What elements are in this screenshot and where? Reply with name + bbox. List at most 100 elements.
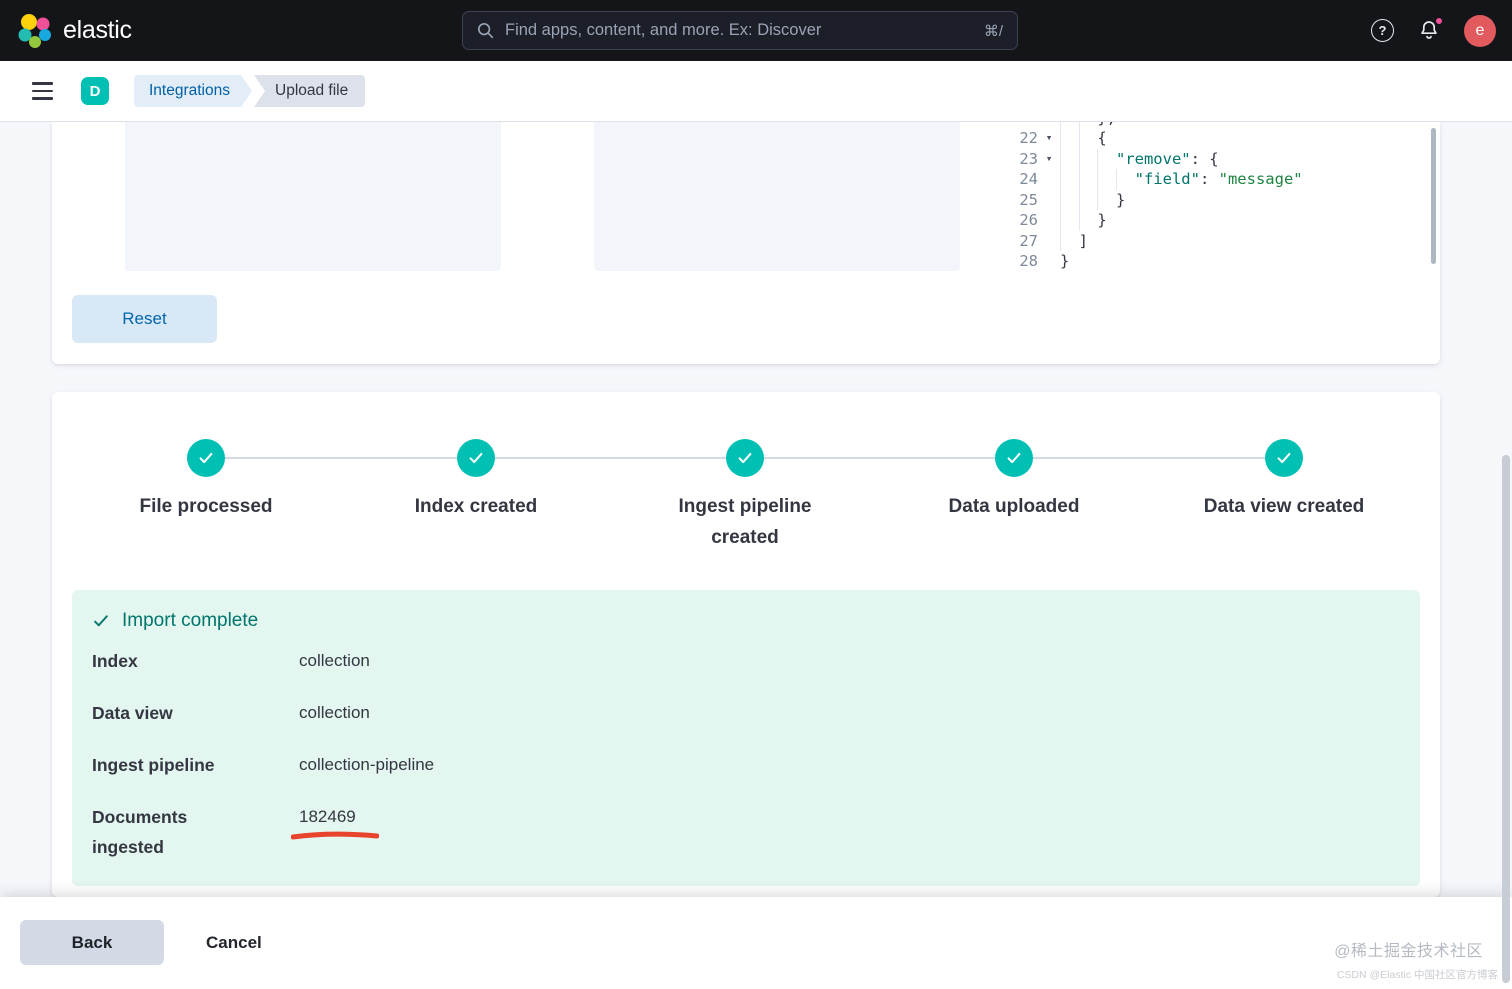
progress-step-file-processed: File processed — [86, 439, 326, 523]
watermark-community: @稀土掘金技术社区 — [1334, 937, 1483, 961]
indent-guide — [1060, 169, 1079, 190]
user-avatar-button[interactable]: e — [1464, 15, 1496, 47]
line-number: 27 — [982, 231, 1038, 252]
line-number: 25 — [982, 190, 1038, 211]
search-shortcut-hint: ⌘/ — [984, 22, 1003, 40]
step-complete-icon — [995, 439, 1033, 477]
content-panel-right — [594, 122, 960, 271]
line-number: 26 — [982, 210, 1038, 231]
indent-guide — [1097, 169, 1116, 190]
page-scrollbar[interactable] — [1502, 455, 1510, 983]
indent-guide — [1060, 149, 1079, 170]
cancel-button[interactable]: Cancel — [196, 920, 272, 965]
help-icon: ? — [1371, 19, 1394, 42]
space-avatar[interactable]: D — [81, 77, 109, 105]
ingest-pipeline-editor[interactable]: }, 22 ▾ { 23 ▾ "remove": { 24 "field": "… — [982, 122, 1412, 271]
indent-guide — [1060, 210, 1079, 231]
breadcrumb-integrations[interactable]: Integrations — [134, 75, 252, 107]
check-icon — [1005, 449, 1023, 467]
progress-step-data-uploaded: Data uploaded — [894, 439, 1134, 523]
indent-guide — [1060, 190, 1079, 211]
menu-button[interactable] — [22, 71, 62, 111]
line-number: 23 — [982, 149, 1038, 170]
step-label: Index created — [381, 492, 571, 523]
breadcrumb-upload-file: Upload file — [254, 75, 365, 107]
code-line: 23 ▾ "remove": { — [982, 149, 1412, 170]
summary-value-ingest-pipeline: collection-pipeline — [299, 750, 1400, 780]
search-placeholder: Find apps, content, and more. Ex: Discov… — [505, 21, 973, 40]
fold-spacer — [1038, 210, 1060, 231]
code-fold-icon[interactable]: ▾ — [1038, 149, 1060, 170]
code-text: } — [1060, 190, 1125, 211]
indent-guide — [1079, 128, 1098, 149]
notification-badge — [1434, 16, 1444, 26]
brand[interactable]: elastic — [18, 0, 132, 61]
line-number: 22 — [982, 128, 1038, 149]
elastic-logo-icon — [18, 14, 52, 48]
kibana-upload-file-page: elastic Find apps, content, and more. Ex… — [0, 0, 1512, 989]
hamburger-icon — [32, 82, 53, 84]
progress-step-index-created: Index created — [356, 439, 596, 523]
step-label: File processed — [111, 492, 301, 523]
step-label: Data uploaded — [919, 492, 1109, 523]
code-text: } — [1060, 210, 1107, 231]
summary-label-documents-ingested: Documents ingested — [92, 802, 252, 862]
code-text: { — [1060, 128, 1107, 149]
notifications-button[interactable] — [1417, 19, 1441, 43]
indent-guide — [1116, 169, 1135, 190]
import-complete-callout: Import complete Index collection Data vi… — [72, 590, 1420, 886]
search-icon — [477, 22, 494, 39]
global-search-input[interactable]: Find apps, content, and more. Ex: Discov… — [462, 11, 1018, 50]
breadcrumb-bar: D Integrations Upload file — [0, 61, 1512, 122]
code-line: 27 ] — [982, 231, 1412, 252]
bottom-action-bar: Back Cancel @稀土掘金技术社区 CSDN @Elastic 中国社区… — [0, 897, 1512, 989]
fold-spacer — [1038, 251, 1060, 271]
code-text: "remove": { — [1060, 149, 1219, 170]
back-button[interactable]: Back — [20, 920, 164, 965]
indent-guide — [1079, 190, 1098, 211]
code-line: 24 "field": "message" — [982, 169, 1412, 190]
indent-guide — [1079, 149, 1098, 170]
fold-spacer — [1038, 190, 1060, 211]
indent-guide — [1097, 149, 1116, 170]
step-complete-icon — [457, 439, 495, 477]
file-settings-card: }, 22 ▾ { 23 ▾ "remove": { 24 "field": "… — [52, 122, 1440, 364]
check-icon — [92, 612, 110, 630]
import-summary-list: Index collection Data view collection In… — [92, 646, 1400, 862]
callout-title-row: Import complete — [92, 610, 1400, 632]
code-line: 26 } — [982, 210, 1412, 231]
check-icon — [197, 449, 215, 467]
breadcrumb: Integrations Upload file — [134, 75, 365, 107]
code-line: 25 } — [982, 190, 1412, 211]
indent-guide — [1060, 231, 1079, 252]
main-content: }, 22 ▾ { 23 ▾ "remove": { 24 "field": "… — [0, 122, 1512, 897]
code-line: 22 ▾ { — [982, 128, 1412, 149]
summary-label-ingest-pipeline: Ingest pipeline — [92, 750, 252, 780]
red-marker-annotation — [291, 831, 379, 840]
step-label: Ingest pipeline created — [650, 492, 840, 554]
step-label: Data view created — [1189, 492, 1379, 523]
avatar-initial: e — [1476, 22, 1485, 40]
code-line: 28 } — [982, 251, 1412, 271]
watermark-csdn: CSDN @Elastic 中国社区官方博客 — [1337, 967, 1498, 982]
summary-value-index: collection — [299, 646, 1400, 676]
header-actions: ? e — [1371, 0, 1496, 61]
help-button[interactable]: ? — [1371, 19, 1394, 42]
check-icon — [1275, 449, 1293, 467]
summary-value-data-view: collection — [299, 698, 1400, 728]
code-text: ] — [1060, 231, 1088, 252]
progress-step-ingest-pipeline-created: Ingest pipeline created — [625, 439, 865, 554]
indent-guide — [1079, 210, 1098, 231]
import-status-card: File processed Index created Ingest pipe… — [52, 392, 1440, 897]
reset-button[interactable]: Reset — [72, 295, 217, 343]
check-icon — [736, 449, 754, 467]
summary-value-documents-ingested: 182469 — [299, 802, 1400, 862]
editor-scrollbar[interactable] — [1431, 128, 1436, 264]
content-panel-left — [125, 122, 501, 271]
line-number: 24 — [982, 169, 1038, 190]
line-number: 28 — [982, 251, 1038, 271]
code-fold-icon[interactable]: ▾ — [1038, 128, 1060, 149]
fold-spacer — [1038, 169, 1060, 190]
brand-text: elastic — [63, 16, 132, 45]
progress-step-data-view-created: Data view created — [1164, 439, 1404, 523]
